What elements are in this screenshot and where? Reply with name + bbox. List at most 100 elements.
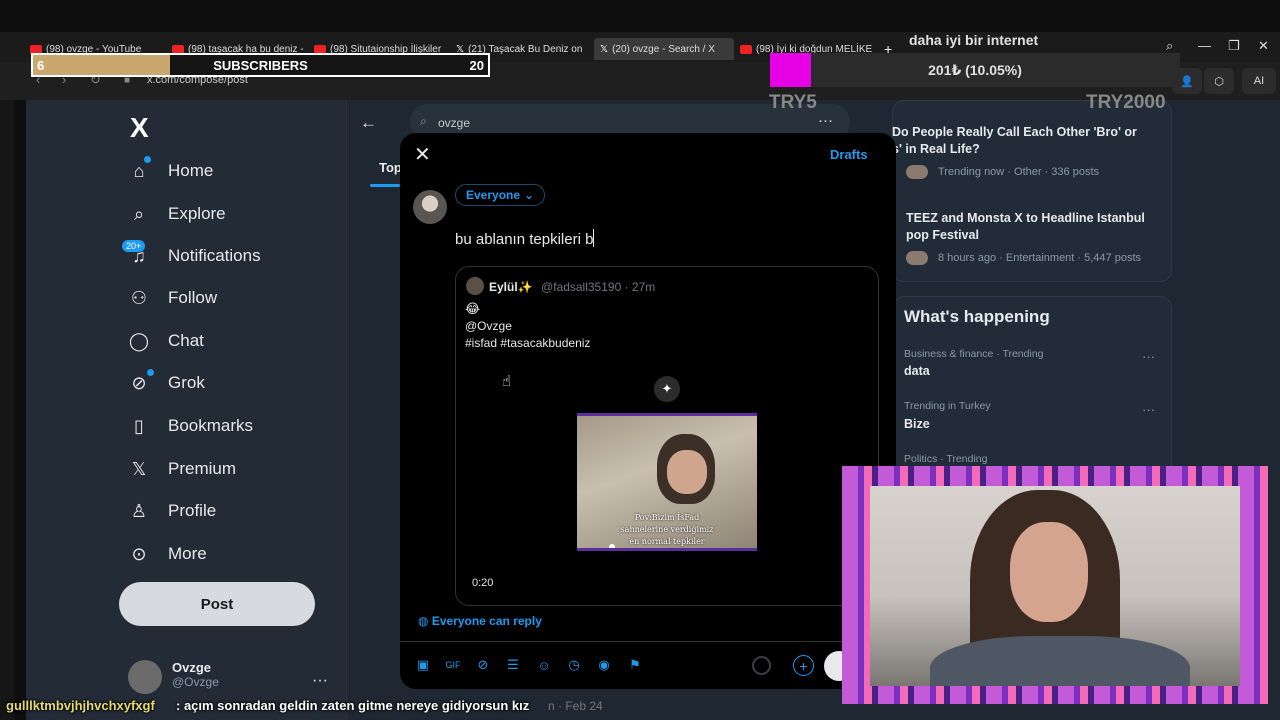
stream-screen: (98) ovzge - YouTube (98) taşacak ha bu … (0, 0, 1280, 720)
sparkle-icon[interactable]: ✦ (654, 376, 680, 402)
trend-context: Business & finance · Trending (904, 348, 1044, 360)
tab-top[interactable]: Top (379, 160, 402, 175)
nav-explore[interactable]: ⌕ Explore (128, 199, 226, 229)
trend-title-line1: TEEZ and Monsta X to Headline Istanbul (906, 211, 1145, 225)
schedule-icon[interactable]: ◷ (566, 657, 582, 673)
nav-profile[interactable]: ♙ Profile (128, 496, 216, 526)
grok-icon[interactable]: ⊘ (475, 657, 491, 673)
trend-name[interactable]: data (904, 364, 930, 378)
image-icon[interactable]: ▣ (415, 657, 431, 673)
donation-min: TRY5 (769, 92, 817, 113)
post-button[interactable]: Post (119, 582, 315, 626)
follow-icon: ⚇ (130, 287, 148, 308)
caption-line: sahnelerine verdiğimiz (620, 525, 714, 534)
back-arrow-icon[interactable]: ← (360, 113, 377, 133)
profile-icon: ♙ (130, 500, 148, 521)
location-icon[interactable]: ◉ (596, 657, 612, 673)
nav-label: Chat (168, 331, 204, 350)
donation-max: TRY2000 (1086, 92, 1166, 113)
mouse-cursor-icon: ☝ (502, 373, 512, 390)
trend-avatars (906, 251, 928, 265)
nav-more[interactable]: ⊙ More (128, 539, 207, 569)
trend-more-icon[interactable]: ··· (1142, 402, 1155, 417)
nav-label: Grok (168, 373, 205, 392)
close-icon[interactable]: ✕ (414, 142, 431, 167)
donation-amount: 201₺ (10.05%) (928, 62, 1022, 78)
nav-label: Home (168, 161, 214, 180)
nav-label: Follow (168, 288, 218, 307)
nav-label: More (168, 544, 207, 563)
emoji-icon[interactable]: ☺ (536, 657, 552, 673)
trend-title[interactable]: TEEZ and Monsta X to Headline Istanbul po… (906, 210, 1145, 244)
search-icon: ⌕ (420, 114, 427, 128)
nav-premium[interactable]: 𝕏 Premium (128, 454, 236, 484)
x-icon: 𝕏 (600, 43, 609, 55)
tab-label: (20) ovzge - Search / X (612, 43, 715, 55)
drafts-button[interactable]: Drafts (830, 147, 868, 162)
divider (400, 641, 896, 642)
nav-bookmarks[interactable]: ▯ Bookmarks (128, 411, 253, 441)
video-thumbnail[interactable]: Pov:Bizim İsFad sahnelerine verdiğimiz en … (577, 413, 757, 551)
avatar (466, 277, 484, 295)
account-more-icon[interactable]: ··· (312, 672, 328, 690)
ai-label: AI (1253, 75, 1265, 87)
chat-message: gulllktmbvjhjhvchxyfxgf : açım sonradan … (0, 696, 1280, 720)
streamer-face (1010, 522, 1088, 622)
x-icon: 𝕏 (131, 458, 147, 479)
nav-label: Profile (168, 501, 217, 520)
nav-label: Premium (168, 459, 237, 478)
webcam-video (870, 486, 1240, 686)
donation-goal-bar: 201₺ (10.05%) (770, 53, 1180, 87)
poll-icon[interactable]: ☰ (505, 657, 521, 673)
trend-name[interactable]: Bize (904, 417, 930, 431)
video-face (667, 450, 707, 494)
chevron-down-icon: ⌄ (524, 188, 535, 202)
compose-text: bu ablanın tepkileri b (455, 231, 594, 248)
gif-icon[interactable]: GIF (445, 657, 461, 673)
maximize-icon[interactable]: ❐ (1228, 38, 1240, 54)
extension-icon[interactable]: ⬡ (1204, 68, 1234, 94)
reply-setting-label: Everyone can reply (431, 614, 542, 628)
caption-line: en normal tepkiler (629, 537, 705, 546)
home-dot (144, 156, 151, 163)
trend-title-line1: Do People Really Call Each Other 'Bro' o… (892, 125, 1137, 139)
quoted-text-line: @Ovzge (465, 319, 512, 333)
account-switcher[interactable]: Ovzge @Ovzge (128, 660, 219, 694)
nav-grok[interactable]: ⊘ Grok (128, 368, 205, 398)
more-options-icon[interactable]: ··· (818, 112, 833, 129)
globe-icon: ◍ (418, 614, 432, 628)
trend-avatars (906, 165, 928, 179)
more-icon: ⊙ (131, 543, 147, 564)
nav-follow[interactable]: ⚇ Follow (128, 283, 217, 313)
ai-button[interactable]: AI (1242, 68, 1276, 94)
video-caption: Pov:Bizim İsFad sahnelerine verdiğimiz en … (577, 512, 757, 548)
add-post-button[interactable]: + (793, 655, 814, 676)
nav-notifications[interactable]: ♫ Notifications (128, 241, 260, 271)
close-window-icon[interactable]: ✕ (1258, 38, 1269, 54)
donation-goal-title: daha iyi bir internet (909, 32, 1039, 48)
nav-home[interactable]: ⌂ Home (128, 156, 214, 186)
tab-x-search[interactable]: 𝕏 (20) ovzge - Search / X (594, 38, 734, 60)
audience-selector[interactable]: Everyone ⌄ (455, 184, 546, 206)
reply-setting-button[interactable]: ◍ Everyone can reply (418, 614, 542, 628)
flag-icon[interactable]: ⚑ (627, 657, 643, 673)
nav-chat[interactable]: ◯ Chat (128, 326, 204, 356)
text-caret (593, 229, 595, 247)
search-icon[interactable]: ⌕ (1166, 38, 1173, 54)
trend-context: Trending in Turkey (904, 400, 991, 412)
avatar (413, 190, 447, 224)
trend-context: Politics · Trending (904, 453, 988, 465)
sidebar: X ⌂ Home ⌕ Explore ♫ Notifications ⚇ Follow … (26, 100, 346, 720)
subscriber-count: 6 (37, 58, 45, 73)
chat-username: gulllktmbvjhjhvchxyfxgf (6, 698, 155, 713)
bookmark-icon: ▯ (134, 415, 144, 436)
trend-title[interactable]: Do People Really Call Each Other 'Bro' o… (892, 124, 1137, 158)
trend-more-icon[interactable]: ··· (1142, 349, 1155, 364)
trend-meta: 8 hours ago · Entertainment · 5,447 post… (938, 252, 1142, 264)
compose-textarea[interactable]: bu ablanın tepkileri b (455, 229, 595, 248)
minimize-icon[interactable]: — (1198, 38, 1211, 53)
whats-happening-title: What's happening (904, 307, 1050, 326)
notification-badge: 20+ (122, 240, 146, 252)
nav-label: Bookmarks (168, 416, 254, 435)
x-logo[interactable]: X (130, 112, 149, 144)
